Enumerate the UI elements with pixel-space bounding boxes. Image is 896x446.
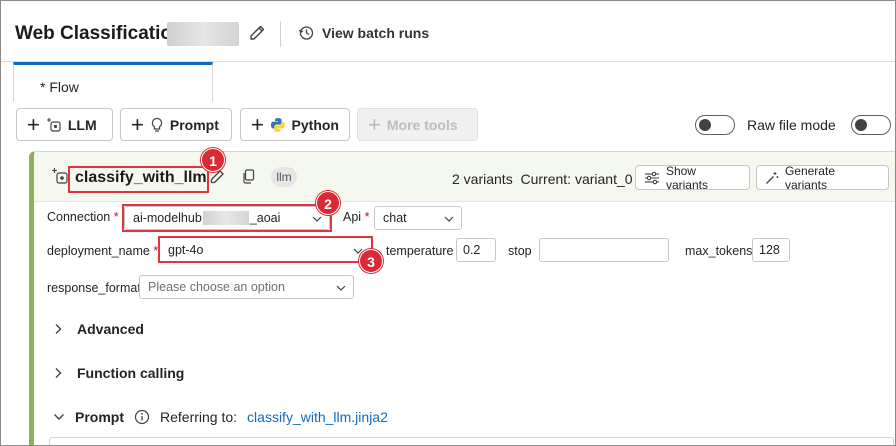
- callout-badge-2: 2: [316, 191, 340, 215]
- flow-title: Web Classification-: [15, 23, 190, 44]
- add-prompt-button[interactable]: + Prompt: [120, 108, 232, 141]
- copy-icon[interactable]: [242, 169, 256, 184]
- highlight-connection: [122, 204, 332, 232]
- chevron-down-icon: [336, 285, 346, 291]
- referring-to-text: Referring to:: [160, 409, 238, 425]
- raw-file-mode-label: Raw file mode: [747, 117, 836, 133]
- llm-node-icon: [52, 168, 68, 184]
- advanced-label: Advanced: [77, 321, 144, 337]
- highlight-node-name: [68, 166, 209, 193]
- current-variant: Current: variant_0: [520, 171, 633, 187]
- api-label-text: Api: [343, 210, 362, 224]
- generate-variants-button[interactable]: Generate variants: [756, 163, 889, 192]
- python-icon: [270, 117, 285, 132]
- prompt-section[interactable]: Prompt Referring to: classify_with_llm.j…: [53, 409, 388, 425]
- api-label: Api *: [343, 210, 369, 224]
- api-select[interactable]: chat: [374, 206, 462, 230]
- plus-icon: +: [27, 111, 40, 137]
- magic-wand-icon: [766, 171, 779, 184]
- prompt-file-link[interactable]: classify_with_llm.jinja2: [247, 409, 388, 425]
- sliders-icon: [644, 171, 659, 184]
- plus-icon: +: [131, 111, 144, 137]
- connection-label-text: Connection: [47, 210, 111, 224]
- api-value: chat: [383, 211, 407, 225]
- edit-title-icon[interactable]: [247, 23, 267, 43]
- deployment-name-label: deployment_name *: [47, 244, 158, 258]
- advanced-section[interactable]: Advanced: [53, 321, 144, 337]
- add-python-button[interactable]: + Python: [240, 108, 350, 141]
- tab-flow-label: * Flow: [40, 79, 79, 95]
- header-divider: [280, 21, 281, 47]
- response-format-select[interactable]: Please choose an option: [139, 275, 354, 299]
- response-format-label: response_format: [47, 281, 141, 295]
- view-batch-runs-button[interactable]: View batch runs: [298, 25, 429, 41]
- variants-count: 2 variants: [452, 171, 513, 187]
- view-batch-runs-label: View batch runs: [322, 25, 430, 41]
- info-icon[interactable]: [134, 409, 150, 425]
- plus-icon: +: [251, 111, 264, 137]
- app-window: Web Classification- View batch runs * Fl…: [0, 0, 896, 446]
- max-tokens-input[interactable]: 128: [752, 238, 790, 262]
- stop-label: stop: [508, 244, 532, 258]
- required-mark: *: [113, 210, 119, 224]
- redacted-name: [167, 22, 239, 46]
- show-variants-label: Show variants: [665, 163, 708, 192]
- variants-info: 2 variants Current: variant_0: [452, 171, 633, 187]
- chevron-right-icon: [55, 368, 62, 378]
- function-calling-section[interactable]: Function calling: [53, 365, 184, 381]
- node-type-badge: llm: [271, 167, 297, 187]
- max-tokens-label: max_tokens: [685, 244, 753, 258]
- prompt-section-label: Prompt: [75, 409, 124, 425]
- chevron-right-icon: [55, 324, 62, 334]
- callout-badge-1: 1: [201, 148, 225, 172]
- temperature-label: temperature: [386, 244, 454, 258]
- plus-icon: +: [368, 111, 381, 137]
- generate-variants-label: Generate variants: [784, 163, 835, 192]
- highlight-deployment: [158, 236, 373, 263]
- connection-label: Connection *: [47, 210, 119, 224]
- python-label: Python: [291, 116, 339, 133]
- function-calling-label: Function calling: [77, 365, 185, 381]
- callout-badge-3: 3: [359, 249, 383, 273]
- temperature-input[interactable]: 0.2: [456, 238, 496, 262]
- deployment-label-text: deployment_name: [47, 244, 150, 258]
- toggle-switch[interactable]: [695, 115, 735, 135]
- llm-label: LLM: [67, 116, 97, 133]
- raw-file-mode-toggle[interactable]: [851, 115, 891, 135]
- add-llm-button[interactable]: + LLM: [16, 108, 113, 141]
- required-mark: *: [364, 210, 370, 224]
- chevron-down-icon: [444, 216, 454, 222]
- prompt-label: Prompt: [169, 116, 219, 133]
- lightbulb-icon: [151, 117, 162, 132]
- stop-input[interactable]: [539, 238, 669, 262]
- tab-flow[interactable]: * Flow: [13, 62, 213, 102]
- history-icon: [298, 26, 314, 40]
- llm-sparkle-icon: [46, 117, 61, 132]
- more-tools-button[interactable]: + More tools: [357, 108, 478, 141]
- show-variants-button[interactable]: Show variants: [635, 163, 750, 192]
- prompt-editor-edge: [49, 437, 894, 445]
- more-tools-label: More tools: [386, 116, 458, 133]
- response-format-placeholder: Please choose an option: [148, 280, 285, 294]
- chevron-down-icon: [54, 414, 64, 420]
